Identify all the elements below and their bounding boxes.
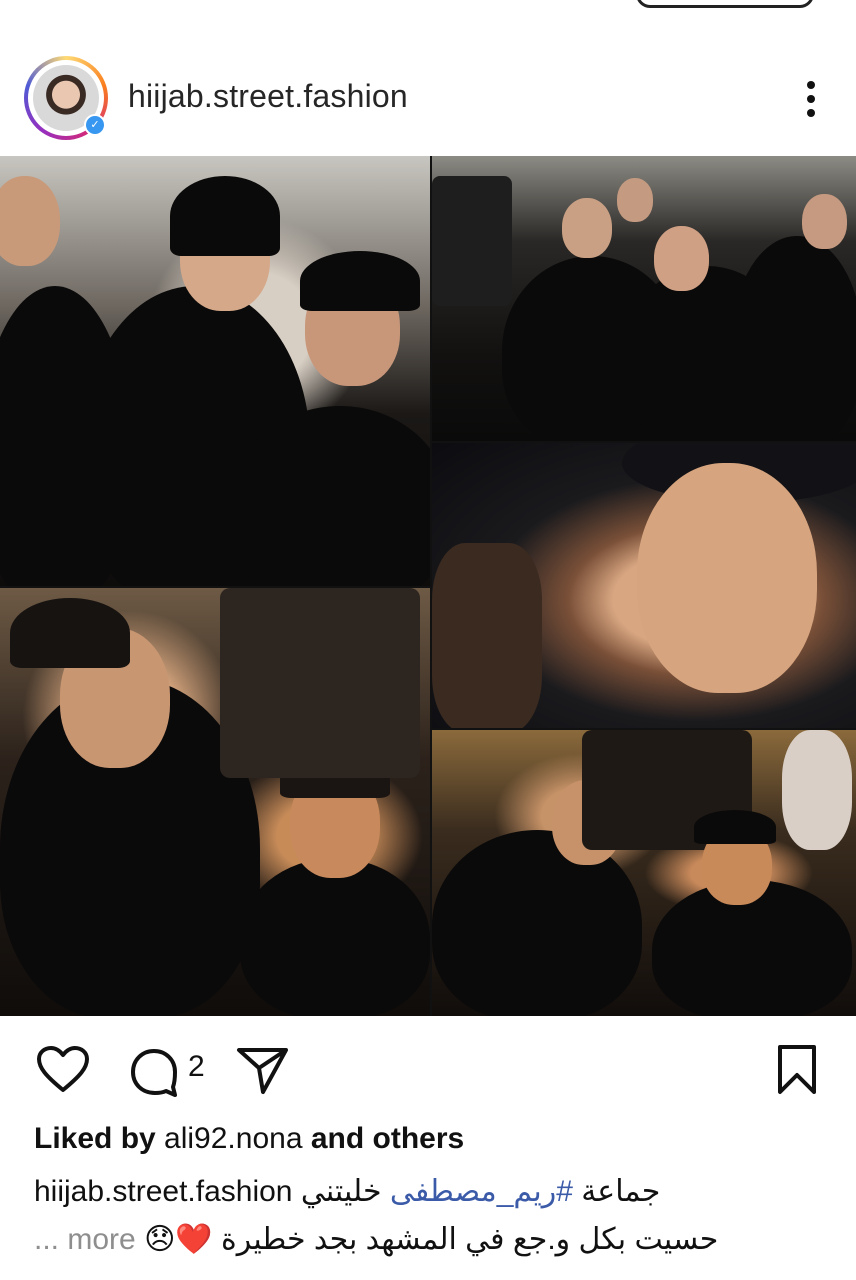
save-button[interactable] <box>776 1044 818 1096</box>
verified-badge-icon: ✓ <box>84 114 106 136</box>
caption-text-1: جماعة #ريم_مصطفى خليتني <box>301 1175 660 1208</box>
comment-count: 2 <box>188 1050 205 1083</box>
comment-button[interactable] <box>128 1046 180 1098</box>
collage-photo-2 <box>432 156 856 441</box>
caption-hashtag[interactable]: #ريم_مصطفى <box>390 1175 573 1208</box>
more-dots-icon[interactable] <box>796 78 826 122</box>
collage-photo-5 <box>432 730 856 1016</box>
bookmark-icon <box>778 1045 816 1094</box>
likes-prefix: Liked by <box>34 1122 156 1155</box>
caption-text-2: حسيت بكل و.جع في المشهد بجد خطيرة <box>221 1223 719 1256</box>
more-prefix: ... <box>34 1223 60 1256</box>
caption-word-start: جماعة <box>581 1175 661 1208</box>
caption-emojis: 😞❤️ <box>144 1223 213 1256</box>
likes-suffix: and others <box>310 1122 465 1155</box>
post-username[interactable]: hiijab.street.fashion <box>128 78 408 115</box>
likes-summary[interactable]: Liked by ali92.nona and others <box>34 1122 464 1156</box>
heart-icon <box>37 1046 89 1092</box>
caption-more-link[interactable]: more <box>67 1223 135 1256</box>
like-button[interactable] <box>36 1046 90 1094</box>
caption-username[interactable]: hiijab.street.fashion <box>34 1175 293 1208</box>
caption-line-1: hiijab.street.fashion جماعة #ريم_مصطفى خ… <box>34 1174 660 1209</box>
post-media-collage[interactable] <box>0 156 856 1016</box>
story-ring[interactable]: ✓ <box>24 56 108 140</box>
share-button[interactable] <box>236 1046 290 1096</box>
collage-photo-4 <box>0 588 430 1016</box>
share-icon <box>237 1048 288 1094</box>
post-header: ✓ hiijab.street.fashion <box>0 50 856 150</box>
post-actions-bar: 2 <box>0 1040 856 1100</box>
caption-line-2: ... more 😞❤️ حسيت بكل و.جع في المشهد بجد… <box>34 1222 718 1257</box>
collage-photo-1 <box>0 156 430 586</box>
top-pill-button[interactable] <box>636 0 814 8</box>
comment-icon <box>131 1049 177 1097</box>
liked-by-username[interactable]: ali92.nona <box>164 1122 302 1155</box>
collage-photo-3 <box>432 443 856 728</box>
caption-word-end: خليتني <box>300 1175 382 1208</box>
